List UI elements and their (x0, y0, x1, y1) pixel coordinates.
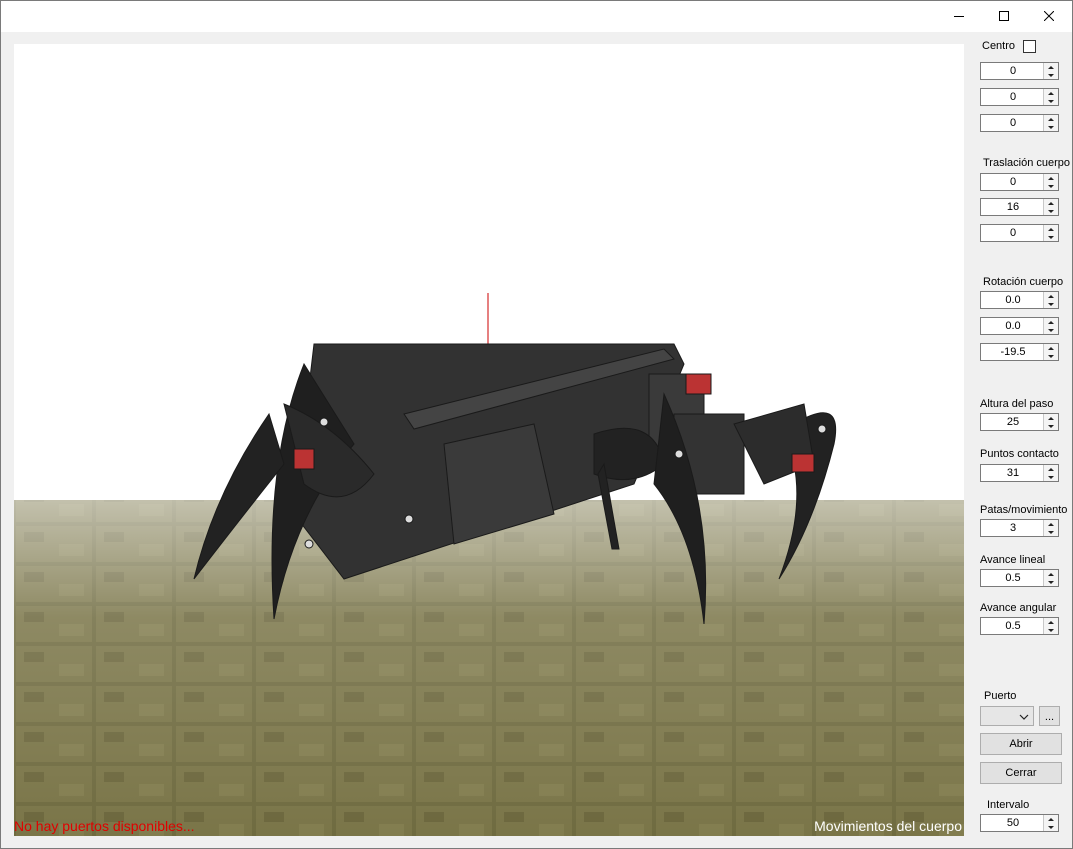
chevron-down-icon (1019, 712, 1029, 724)
status-no-ports: No hay puertos disponibles... (14, 818, 195, 834)
spinner[interactable] (1043, 465, 1058, 481)
centro-x-input[interactable]: 0 (980, 62, 1059, 80)
3d-viewport[interactable]: No hay puertos disponibles... Movimiento… (14, 44, 964, 836)
intervalo-label: Intervalo (987, 799, 1030, 811)
rotacion-y-value: 0.0 (1005, 320, 1021, 332)
close-button[interactable] (1026, 1, 1072, 31)
spinner[interactable] (1043, 225, 1058, 241)
centro-label: Centro (982, 40, 1016, 52)
spinner[interactable] (1043, 199, 1058, 215)
centro-y-value: 0 (1009, 91, 1017, 103)
maximize-button[interactable] (981, 1, 1027, 31)
centro-x-value: 0 (1009, 65, 1017, 77)
altura-input[interactable]: 25 (980, 413, 1059, 431)
spinner[interactable] (1043, 344, 1058, 360)
avance-lineal-input[interactable]: 0.5 (980, 569, 1059, 587)
spinner[interactable] (1043, 292, 1058, 308)
traslacion-y-input[interactable]: 16 (980, 198, 1059, 216)
control-panel: Centro 0 0 0 Traslación cuerpo 0 16 0 Ro… (967, 32, 1072, 848)
intervalo-input[interactable]: 50 (980, 814, 1059, 832)
tile-floor (14, 500, 964, 836)
spinner[interactable] (1043, 618, 1058, 634)
robot-scene (14, 44, 964, 836)
spinner[interactable] (1043, 115, 1058, 131)
altura-label: Altura del paso (980, 398, 1054, 410)
centro-checkbox[interactable] (1023, 40, 1036, 53)
status-mode: Movimientos del cuerpo (814, 818, 962, 834)
intervalo-value: 50 (1006, 817, 1020, 829)
spinner[interactable] (1043, 414, 1058, 430)
rotacion-z-value: -19.5 (1000, 346, 1026, 358)
spinner[interactable] (1043, 318, 1058, 334)
patas-input[interactable]: 3 (980, 519, 1059, 537)
traslacion-y-value: 16 (1006, 201, 1020, 213)
maximize-icon (999, 11, 1009, 21)
puntos-label: Puntos contacto (980, 448, 1059, 460)
rotacion-z-input[interactable]: -19.5 (980, 343, 1059, 361)
altura-value: 25 (1006, 416, 1020, 428)
traslacion-x-input[interactable]: 0 (980, 173, 1059, 191)
avance-angular-input[interactable]: 0.5 (980, 617, 1059, 635)
avance-lineal-value: 0.5 (1005, 572, 1021, 584)
cerrar-button[interactable]: Cerrar (980, 762, 1062, 784)
patas-value: 3 (1009, 522, 1017, 534)
traslacion-z-value: 0 (1009, 227, 1017, 239)
rotacion-y-input[interactable]: 0.0 (980, 317, 1059, 335)
minimize-icon (954, 11, 964, 21)
puerto-label: Puerto (984, 690, 1017, 702)
spinner[interactable] (1043, 815, 1058, 831)
app-window: No hay puertos disponibles... Movimiento… (0, 0, 1073, 849)
traslacion-z-input[interactable]: 0 (980, 224, 1059, 242)
spinner[interactable] (1043, 174, 1058, 190)
avance-lineal-label: Avance lineal (980, 554, 1046, 566)
traslacion-x-value: 0 (1009, 176, 1017, 188)
puerto-select[interactable] (980, 706, 1034, 726)
centro-z-value: 0 (1009, 117, 1017, 129)
spinner[interactable] (1043, 520, 1058, 536)
browse-port-button[interactable]: ... (1039, 706, 1060, 726)
rotacion-x-value: 0.0 (1005, 294, 1021, 306)
rotacion-x-input[interactable]: 0.0 (980, 291, 1059, 309)
spinner[interactable] (1043, 570, 1058, 586)
minimize-button[interactable] (936, 1, 982, 31)
puntos-value: 31 (1006, 467, 1020, 479)
spinner[interactable] (1043, 89, 1058, 105)
abrir-button[interactable]: Abrir (980, 733, 1062, 755)
avance-angular-label: Avance angular (980, 602, 1057, 614)
puntos-input[interactable]: 31 (980, 464, 1059, 482)
traslacion-label: Traslación cuerpo (983, 157, 1071, 169)
patas-label: Patas/movimiento (980, 504, 1068, 516)
centro-z-input[interactable]: 0 (980, 114, 1059, 132)
close-icon (1044, 11, 1054, 21)
centro-y-input[interactable]: 0 (980, 88, 1059, 106)
avance-angular-value: 0.5 (1005, 620, 1021, 632)
rotacion-label: Rotación cuerpo (983, 276, 1064, 288)
spinner[interactable] (1043, 63, 1058, 79)
title-bar (1, 1, 1072, 32)
